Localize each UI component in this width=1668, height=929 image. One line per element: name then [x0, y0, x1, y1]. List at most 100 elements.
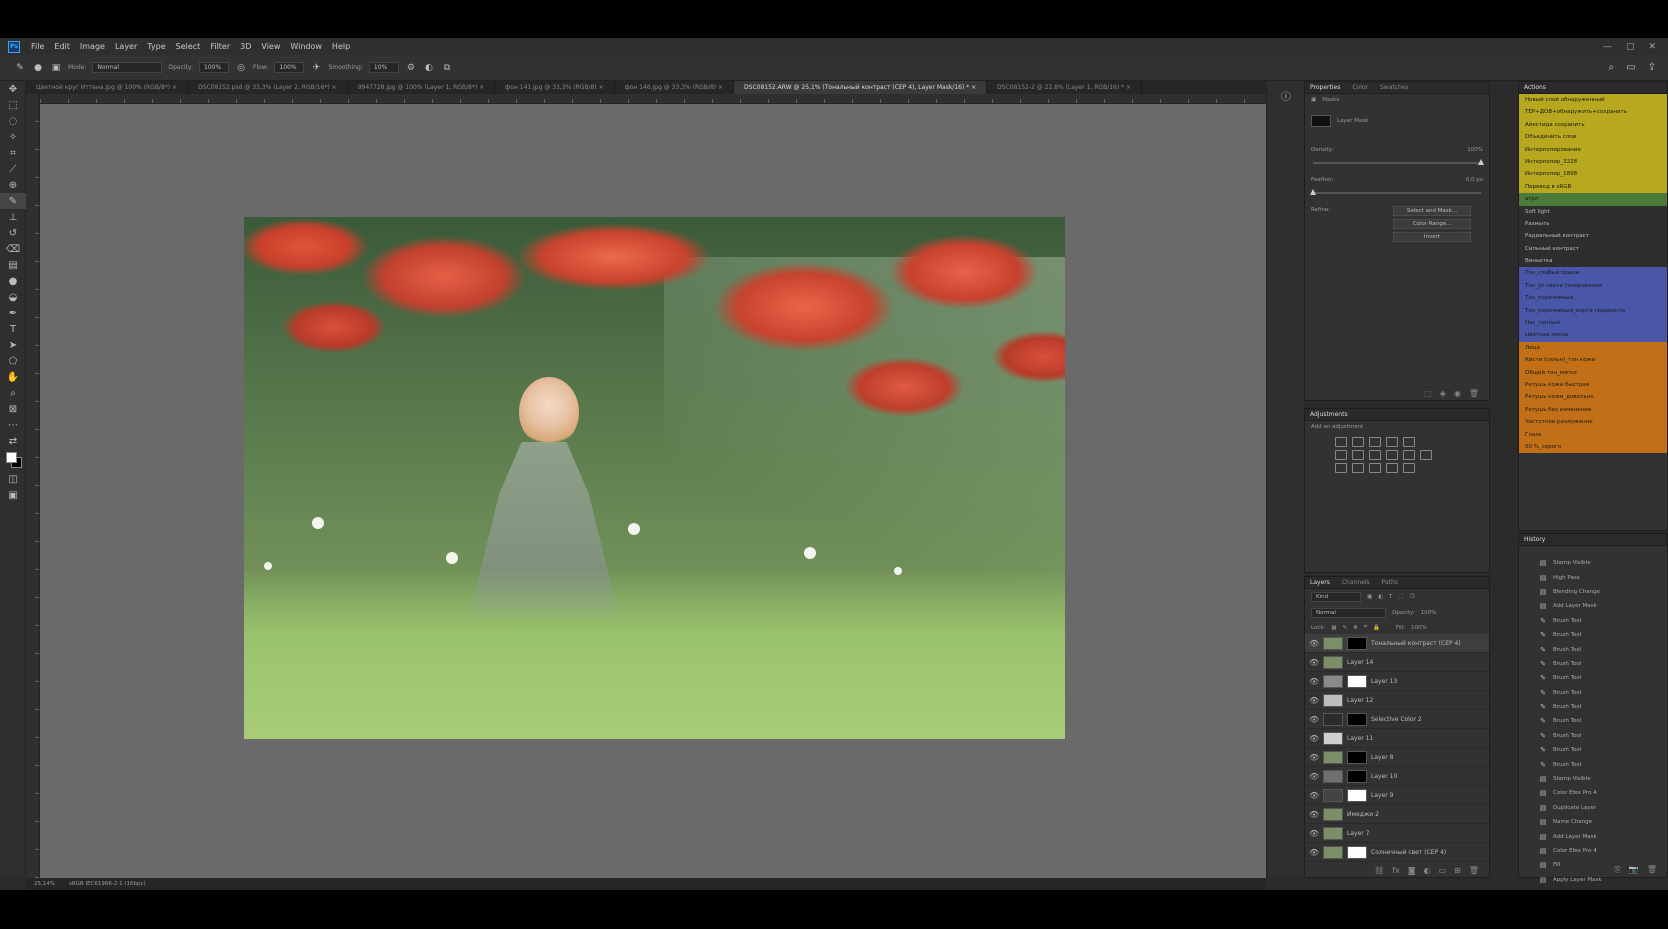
layer-name[interactable]: Selective Color 2 — [1371, 716, 1422, 723]
visibility-eye-icon[interactable]: 👁 — [1309, 658, 1319, 667]
layer-thumbnail[interactable] — [1323, 636, 1343, 650]
hue-saturation-icon[interactable] — [1335, 450, 1347, 460]
history-state[interactable]: ✎ Brush Tool — [1519, 642, 1667, 656]
filter-smart-icon[interactable]: ❐ — [1410, 594, 1415, 600]
layer-row[interactable]: 👁 Тональный контраст (СЕР 4) — [1305, 634, 1489, 653]
action-item[interactable]: Нас_теплый — [1519, 317, 1667, 330]
history-state[interactable]: ✎ Brush Tool — [1519, 628, 1667, 642]
document-image[interactable] — [244, 217, 1065, 739]
threshold-icon[interactable] — [1369, 463, 1381, 473]
opacity-field[interactable]: 100% — [199, 62, 230, 73]
layer-name[interactable]: Layer 7 — [1347, 830, 1369, 837]
tab-document-active[interactable]: DSC08152.ARW @ 25,1% (Тональный контраст… — [734, 81, 988, 94]
gradient-map-icon[interactable] — [1386, 463, 1398, 473]
filter-adjustment-icon[interactable]: ◐ — [1378, 594, 1383, 600]
action-item[interactable]: Лица — [1519, 341, 1667, 355]
action-item[interactable]: Тон_коричневый — [1519, 292, 1667, 305]
visibility-eye-icon[interactable]: 👁 — [1309, 772, 1319, 781]
menu-image[interactable]: Image — [80, 42, 105, 51]
menu-edit[interactable]: Edit — [54, 42, 70, 51]
eyedropper-tool-icon[interactable]: ⟋ — [0, 161, 26, 177]
menu-file[interactable]: File — [31, 42, 44, 51]
gradient-tool-icon[interactable]: ▤ — [0, 257, 26, 273]
layer-thumbnail[interactable] — [1323, 845, 1343, 859]
levels-icon[interactable] — [1352, 437, 1364, 447]
crop-tool-icon[interactable]: ⌗ — [0, 145, 26, 161]
mask-thumbnail[interactable] — [1311, 115, 1331, 127]
history-state[interactable]: ▤ Duplicate Layer — [1519, 801, 1667, 815]
layer-row[interactable]: 👁 Layer 11 — [1305, 729, 1489, 748]
ps-logo[interactable]: Ps — [8, 40, 20, 53]
action-item[interactable]: 50 %_серого — [1519, 440, 1667, 454]
symmetry-icon[interactable]: ⧉ — [441, 62, 453, 74]
menu-window[interactable]: Window — [290, 42, 322, 51]
menu-layer[interactable]: Layer — [115, 42, 137, 51]
action-item[interactable]: Радиальный контраст — [1519, 230, 1667, 243]
hand-tool-icon[interactable]: ✋ — [0, 369, 26, 385]
vertical-ruler[interactable] — [26, 94, 40, 878]
minimize-button[interactable]: — — [1603, 42, 1612, 52]
layer-opacity-value[interactable]: 100% — [1421, 610, 1437, 616]
action-item[interactable]: Тон_коричневый_карта градиента — [1519, 304, 1667, 318]
visibility-eye-icon[interactable]: 👁 — [1309, 734, 1319, 743]
flow-field[interactable]: 100% — [274, 62, 305, 73]
density-slider-knob[interactable] — [1478, 159, 1484, 165]
action-item[interactable]: Сильный контраст — [1519, 242, 1667, 256]
history-state[interactable]: ✎ Brush Tool — [1519, 757, 1667, 771]
layer-thumbnail[interactable] — [1323, 826, 1343, 840]
marquee-tool-icon[interactable]: ⬚ — [0, 97, 26, 113]
layer-row[interactable]: 👁 Layer 7 — [1305, 824, 1489, 843]
delete-layer-icon[interactable]: 🗑 — [1469, 866, 1479, 875]
tab-document-4[interactable]: фон 141.jpg @ 33,3% (RGB/8) × — [495, 81, 615, 94]
history-state[interactable]: ✎ Brush Tool — [1519, 614, 1667, 628]
menu-type[interactable]: Type — [147, 42, 165, 51]
layer-mask-thumbnail[interactable] — [1347, 769, 1367, 783]
tab-document-7[interactable]: DSC08152-2 @ 22,8% (Layer 1, RGB/16) * × — [987, 81, 1143, 94]
link-layers-icon[interactable]: ⛓ — [1374, 866, 1384, 875]
action-item[interactable]: Виньетка — [1519, 255, 1667, 268]
action-item[interactable]: Частотное разложение — [1519, 416, 1667, 429]
layer-thumbnail[interactable] — [1323, 693, 1343, 707]
layer-thumbnail[interactable] — [1323, 712, 1343, 726]
share-icon[interactable]: ⇪ — [1648, 62, 1656, 73]
action-item[interactable]: Тон_слабый оранж — [1519, 267, 1667, 280]
color-swatches[interactable] — [0, 449, 26, 471]
lock-transparent-icon[interactable]: ▦ — [1331, 625, 1336, 631]
posterize-icon[interactable] — [1352, 463, 1364, 473]
dodge-tool-icon[interactable]: ◒ — [0, 289, 26, 305]
invert-icon[interactable] — [1335, 463, 1347, 473]
menu-select[interactable]: Select — [176, 42, 201, 51]
smoothing-settings-icon[interactable]: ⚙ — [405, 62, 417, 74]
visibility-eye-icon[interactable]: 👁 — [1309, 677, 1319, 686]
tab-paths[interactable]: Paths — [1382, 579, 1398, 586]
history-state[interactable]: ✎ Brush Tool — [1519, 686, 1667, 700]
shape-tool-icon[interactable]: ⬠ — [0, 353, 26, 369]
lasso-tool-icon[interactable]: ◌ — [0, 113, 26, 129]
layer-name[interactable]: Layer 10 — [1371, 773, 1397, 780]
apply-mask-icon[interactable]: ◈ — [1440, 389, 1446, 398]
vibrance-icon[interactable] — [1403, 437, 1415, 447]
layer-row[interactable]: 👁 Солнечный свет (СЕР 4) — [1305, 843, 1489, 862]
action-item[interactable]: Интерполир_1898 — [1519, 168, 1667, 181]
layer-kind-filter[interactable]: Kind — [1311, 592, 1361, 602]
action-item[interactable]: Ретушь кожи быстрая — [1519, 378, 1667, 392]
layer-row[interactable]: 👁 Layer 13 — [1305, 672, 1489, 691]
color-range-button[interactable]: Color Range... — [1393, 219, 1471, 229]
tab-document-3[interactable]: 9947728.jpg @ 100% (Layer 1, RGB/8*) × — [348, 81, 496, 94]
foreground-color-swatch[interactable] — [6, 452, 17, 463]
layer-row[interactable]: 👁 Layer 8 — [1305, 748, 1489, 767]
visibility-eye-icon[interactable]: 👁 — [1309, 753, 1319, 762]
action-item[interactable]: Тон_от света тонирования — [1519, 279, 1667, 293]
type-tool-icon[interactable]: T — [0, 321, 26, 337]
history-brush-tool-icon[interactable]: ↺ — [0, 225, 26, 241]
layer-name[interactable]: Layer 13 — [1371, 678, 1397, 685]
visibility-eye-icon[interactable]: 👁 — [1309, 639, 1319, 648]
feather-slider-knob[interactable] — [1310, 189, 1316, 195]
quick-mask-icon[interactable]: ◫ — [0, 471, 26, 487]
menu-view[interactable]: View — [261, 42, 280, 51]
color-lookup-icon[interactable] — [1420, 450, 1432, 460]
tab-properties[interactable]: Properties — [1310, 84, 1340, 91]
layer-thumbnail[interactable] — [1323, 750, 1343, 764]
close-button[interactable]: ✕ — [1648, 42, 1656, 52]
tab-adjustments[interactable]: Adjustments — [1310, 411, 1348, 418]
